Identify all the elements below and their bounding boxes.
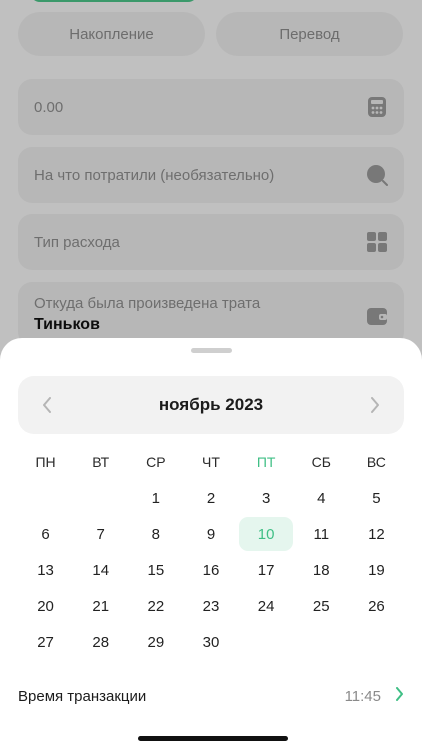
calendar-day-number: 24 [257,597,275,615]
chevron-left-icon[interactable] [36,394,58,416]
transaction-time-value: 11:45 [344,687,381,705]
calendar-day-number: 9 [206,525,216,543]
transaction-time-label: Время транзакции [18,687,147,705]
calendar-day[interactable]: 3 [239,480,294,516]
calendar-day[interactable]: 23 [183,588,238,624]
calendar-days-grid: 1 2 3 4 5 6 7 8 9 10 11 12 13 14 15 16 17 18 19 20 21 22 23 24 2… [18,480,404,660]
calendar-day[interactable]: 29 [128,624,183,660]
calendar-day[interactable]: 22 [128,588,183,624]
calendar-day-number: 15 [147,561,165,579]
calendar-day[interactable]: 15 [128,552,183,588]
weekday-label: ВС [366,454,386,470]
calendar-day[interactable]: 30 [183,624,238,660]
transaction-time-row[interactable]: Время транзакции 11:45 [18,684,404,708]
calendar-day[interactable]: 1 [128,480,183,516]
calendar-day[interactable]: 5 [349,480,404,516]
calendar-day-number: 20 [37,597,54,615]
month-navigator: ноябрь 2023 [18,376,404,434]
calendar-day[interactable]: 17 [239,552,294,588]
calendar-day[interactable]: 19 [349,552,404,588]
calendar-day[interactable]: 26 [349,588,404,624]
calendar-day-number: 3 [261,489,271,507]
calendar-day[interactable]: 13 [18,552,73,588]
calendar-day-number: 22 [147,597,165,615]
calendar-day-number: 2 [206,489,216,507]
calendar-day-selected[interactable]: 10 [239,516,294,552]
sheet-grabber[interactable] [191,348,232,353]
calendar-day[interactable]: 16 [183,552,238,588]
calendar-blank [73,480,128,516]
chevron-right-icon [395,686,404,706]
calendar-day-number: 7 [96,525,105,543]
calendar-day-number: 19 [368,561,385,579]
weekday-label: ПН [35,454,56,470]
month-title: ноябрь 2023 [158,395,264,414]
calendar-day[interactable]: 11 [294,516,349,552]
calendar-day-number: 16 [202,561,220,579]
calendar-day-number: 11 [313,525,330,543]
calendar-day[interactable]: 21 [73,588,128,624]
weekday-label: СР [146,454,166,470]
calendar-day-number: 28 [92,633,110,651]
calendar-day[interactable]: 4 [294,480,349,516]
calendar-day-number: 8 [151,525,161,543]
weekday-label: ЧТ [202,454,220,470]
calendar-day[interactable]: 27 [18,624,73,660]
calendar-day-number: 23 [202,597,220,615]
calendar-day-number: 25 [312,597,330,615]
home-indicator [138,736,288,741]
calendar-day-number: 13 [37,561,54,579]
calendar-day[interactable]: 8 [128,516,183,552]
weekday-label: СБ [311,454,331,470]
calendar-day-number: 5 [372,489,381,507]
calendar-day-number: 17 [257,561,275,579]
calendar-day-number: 10 [239,517,294,551]
weekday-label: ВТ [92,454,110,470]
calendar-day[interactable]: 18 [294,552,349,588]
calendar-day[interactable]: 20 [18,588,73,624]
calendar-day[interactable]: 9 [183,516,238,552]
chevron-right-icon[interactable] [364,394,386,416]
calendar-day-number: 12 [368,525,385,543]
calendar-day-number: 30 [202,633,220,651]
weekday-header: ПН ВТ СР ЧТ ПТ СБ ВС [18,454,404,470]
calendar-day[interactable]: 2 [183,480,238,516]
calendar-day-number: 27 [37,633,54,651]
calendar-day[interactable]: 24 [239,588,294,624]
calendar-day-number: 6 [41,525,50,543]
calendar-day-number: 4 [317,489,326,507]
calendar-day[interactable]: 14 [73,552,128,588]
calendar-day[interactable]: 25 [294,588,349,624]
weekday-label: ПТ [256,454,276,470]
calendar-day-number: 29 [147,633,165,651]
calendar-day[interactable]: 28 [73,624,128,660]
calendar-day-number: 1 [151,489,161,507]
calendar-day[interactable]: 7 [73,516,128,552]
calendar-day-number: 26 [368,597,385,615]
calendar-day-number: 18 [312,561,330,579]
calendar-blank [18,480,73,516]
calendar-day-number: 21 [92,597,110,615]
calendar-day-number: 14 [92,561,110,579]
date-picker-sheet: ноябрь 2023 ПН ВТ СР ЧТ ПТ СБ ВС 1 2 3 4 5 6 7 8 9 10 11… [0,338,422,750]
calendar-day[interactable]: 12 [349,516,404,552]
calendar-day[interactable]: 6 [18,516,73,552]
